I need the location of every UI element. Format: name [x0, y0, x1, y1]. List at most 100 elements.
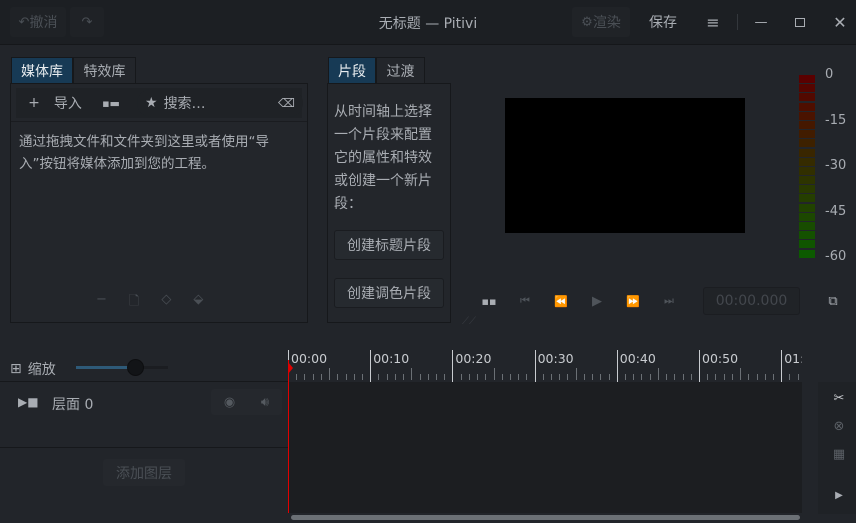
group-button[interactable]: ▦	[822, 441, 856, 467]
video-viewer	[505, 98, 745, 233]
ruler-minor-tick	[329, 368, 331, 380]
ruler-minor-tick	[666, 374, 668, 380]
undock-viewer-button[interactable]: ⧉	[816, 289, 850, 313]
gear-icon: ⚙	[581, 14, 593, 30]
meter-segment	[799, 75, 815, 83]
timecode-field[interactable]: 00:00.000	[703, 287, 800, 315]
ruler-minor-tick	[460, 374, 462, 380]
zoom-slider-knob[interactable]	[127, 359, 145, 376]
tag-icon[interactable]: ◇	[161, 292, 171, 314]
fast-forward-icon: ⏩	[626, 294, 640, 308]
ruler-label: 00:00	[291, 351, 328, 366]
scissors-icon: ✂	[833, 390, 845, 406]
zoom-text: 缩放	[27, 362, 56, 378]
ruler-minor-tick	[518, 374, 520, 380]
meter-segment	[799, 249, 815, 258]
tab-effects-library[interactable]: 特效库	[73, 57, 136, 83]
zoom-label: ⊞ 缩放	[10, 359, 56, 379]
ruler-minor-tick	[386, 374, 388, 380]
play-button[interactable]: ▶	[580, 289, 614, 313]
divider	[0, 381, 288, 382]
ruler-minor-tick	[690, 374, 692, 380]
ruler-minor-tick	[772, 374, 774, 380]
ruler-major-tick	[781, 350, 783, 382]
maximize-button[interactable]	[787, 7, 813, 37]
tab-transitions[interactable]: 过渡	[376, 57, 425, 83]
playhead-handle[interactable]	[288, 362, 293, 374]
meter-segment	[799, 194, 815, 203]
meter-segment	[799, 240, 815, 249]
ruler-major-tick	[616, 350, 618, 382]
search-placeholder: 搜索…	[163, 96, 206, 112]
expand-toolbar-button[interactable]: ▶	[822, 482, 856, 508]
help-line: 一个片段来配置	[334, 127, 432, 143]
go-end-button[interactable]: ⏭	[652, 289, 686, 313]
horizontal-scrollbar[interactable]	[291, 515, 800, 520]
ruler-minor-tick	[682, 374, 684, 380]
create-color-clip-button[interactable]: 创建调色片段	[334, 278, 444, 308]
meter-label: -15	[825, 112, 847, 128]
volume-icon[interactable]: 🔊︎	[261, 395, 269, 410]
meter-segment	[799, 212, 815, 221]
ruler-minor-tick	[600, 374, 602, 380]
meter-segment	[799, 222, 815, 230]
minimize-button[interactable]: —	[748, 7, 774, 37]
clip-properties-icon[interactable]: 🗋	[129, 292, 139, 314]
ruler-label: 00:40	[619, 351, 656, 366]
timeline-canvas[interactable]	[288, 382, 802, 513]
ruler-minor-tick	[641, 374, 643, 380]
add-layer-button[interactable]: 添加图层	[103, 459, 185, 486]
ruler-minor-tick	[731, 374, 733, 380]
resize-grip-icon[interactable]: ⟋⟋	[462, 316, 476, 327]
ruler-minor-tick	[657, 368, 659, 380]
eye-icon[interactable]: ◉	[224, 395, 235, 410]
insert-icon[interactable]: ⬙	[193, 292, 203, 314]
go-start-button[interactable]: ⏮	[508, 289, 542, 313]
zoom-slider[interactable]	[76, 359, 168, 376]
meter-segment	[799, 84, 815, 93]
clear-search-icon[interactable]: ⌫	[278, 96, 295, 110]
save-button[interactable]: 保存	[643, 7, 683, 37]
layer-controls: ◉ 🔊︎	[211, 389, 282, 415]
audio-meter	[799, 75, 815, 259]
meter-segment	[799, 176, 815, 185]
ruler-major-tick	[534, 350, 536, 382]
delete-button[interactable]: ⊗	[822, 413, 856, 439]
film-icon: ▦	[832, 446, 846, 462]
create-title-clip-button[interactable]: 创建标题片段	[334, 230, 444, 260]
header-bar: ↶ 撤消 ↷ 无标题 — Pitivi ⚙ 渲染 保存 ≡ — ✕	[0, 0, 856, 45]
view-mode-button[interactable]: ▪▬	[94, 89, 128, 117]
rewind-button[interactable]: ⏪	[544, 289, 578, 313]
close-button[interactable]: ✕	[827, 7, 853, 37]
import-button[interactable]: + 导入	[17, 89, 93, 117]
forward-button[interactable]: ⏩	[616, 289, 650, 313]
maximize-icon	[795, 17, 805, 27]
split-button[interactable]: ✂	[822, 385, 856, 411]
ruler-minor-tick	[748, 374, 750, 380]
tab-clip[interactable]: 片段	[328, 57, 376, 83]
meter-label: 0	[825, 67, 834, 82]
zoom-fit-icon[interactable]: ⊞	[10, 361, 22, 377]
ruler-minor-tick	[345, 374, 347, 380]
meter-label: -30	[825, 158, 847, 173]
divider	[11, 121, 307, 122]
tab-media-library[interactable]: 媒体库	[11, 57, 73, 83]
remove-icon[interactable]: −	[96, 292, 107, 314]
render-label: 渲染	[592, 15, 621, 31]
hamburger-icon: ≡	[706, 12, 720, 32]
ruler-minor-tick	[361, 374, 363, 380]
timeline-ruler[interactable]: 00:00 00:10 00:20 00:30 00:40 00:50 01:	[288, 350, 802, 382]
playhead[interactable]	[288, 360, 293, 513]
media-library-panel: + 导入 ▪▬ ★ 搜索… ⌫ 通过拖拽文件和文件夹到这里或者使用“导 入”按钮将媒…	[10, 83, 308, 323]
media-empty-text: 通过拖拽文件和文件夹到这里或者使用“导 入”按钮将媒体添加到您的工程。	[19, 131, 304, 175]
render-button[interactable]: ⚙ 渲染	[572, 7, 630, 37]
menu-button[interactable]: ≡	[700, 7, 726, 37]
search-input[interactable]: ★ 搜索… ⌫	[137, 89, 303, 117]
meter-segment	[799, 120, 815, 129]
star-icon: ★	[145, 95, 158, 111]
ruler-minor-tick	[551, 374, 553, 380]
help-line: 段：	[334, 196, 362, 212]
help-line: 从时间轴上选择	[334, 104, 432, 120]
skip-end-icon: ⏭	[664, 294, 674, 307]
viewer-grid-button[interactable]: ▪▪	[472, 289, 506, 313]
